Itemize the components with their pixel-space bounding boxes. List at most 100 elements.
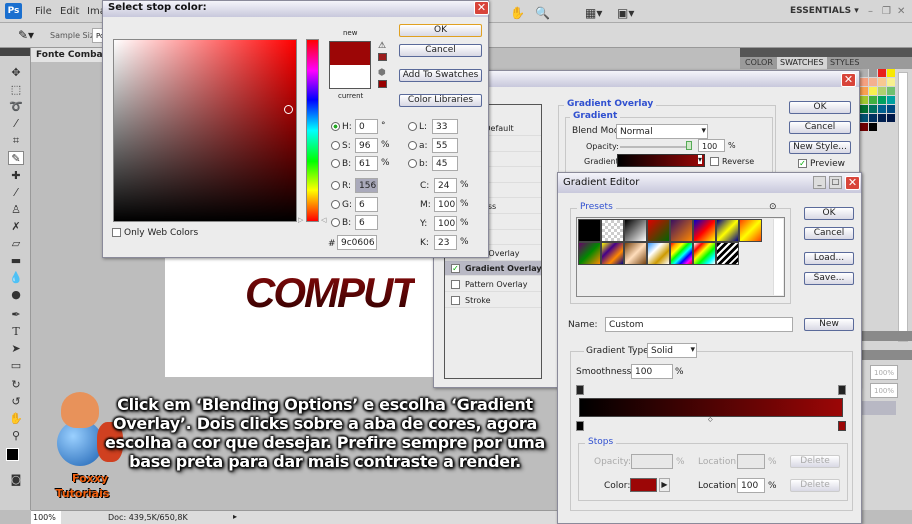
blend-mode-select[interactable]: Normal ▾ [616, 124, 708, 139]
screen-mode-icon[interactable]: ▣▾ [617, 6, 634, 20]
lasso-tool-icon[interactable]: ➰ [8, 100, 24, 114]
ok-button[interactable]: OK [789, 101, 851, 114]
gamut-color-swatch[interactable] [378, 53, 387, 61]
stop-color-menu-icon[interactable]: ▶ [659, 478, 670, 492]
dodge-tool-icon[interactable]: ● [8, 288, 24, 302]
blur-tool-icon[interactable]: 💧 [8, 271, 24, 285]
canvas[interactable]: COMPUT [165, 255, 445, 377]
minimize-button[interactable]: – [868, 6, 873, 17]
gradient-preset[interactable] [647, 242, 670, 265]
document-tab[interactable]: Fonte Combat A [31, 48, 106, 62]
gradient-preset[interactable] [739, 219, 762, 242]
swatch[interactable] [878, 105, 886, 113]
radio-b[interactable] [331, 159, 340, 168]
swatch[interactable] [869, 69, 877, 77]
midpoint-diamond[interactable]: ◇ [708, 416, 713, 423]
new-button[interactable]: New [804, 318, 854, 331]
type-tool-icon[interactable]: T [8, 325, 24, 339]
name-field[interactable]: Custom [605, 317, 793, 332]
minimize-button[interactable]: _ [813, 176, 826, 189]
delete-opacity-stop-button[interactable]: Delete [790, 455, 840, 468]
zoom-icon[interactable]: 🔍 [535, 6, 550, 20]
gradient-preset[interactable] [716, 242, 739, 265]
eyedropper-tool-icon[interactable]: ✎ [8, 151, 24, 165]
swatch[interactable] [860, 69, 868, 77]
restore-button[interactable]: ❐ [882, 6, 891, 17]
style-list-item[interactable]: ✓ Gradient Overlay [445, 261, 541, 277]
selected-layer-row[interactable] [860, 401, 896, 415]
gradient-type-select[interactable]: Solid ▾ [647, 343, 697, 358]
swatch[interactable] [887, 105, 895, 113]
gamut-warning-icon[interactable]: ⚠ [378, 41, 386, 51]
gradient-preset[interactable] [670, 242, 693, 265]
hand-tool-icon[interactable]: ✋ [8, 412, 24, 426]
gradient-preset[interactable] [624, 219, 647, 242]
gradient-preset[interactable] [578, 242, 601, 265]
field-c[interactable]: 24 [434, 178, 457, 193]
gradient-preset[interactable] [578, 219, 601, 242]
gradient-bar[interactable] [579, 398, 843, 417]
shape-tool-icon[interactable]: ▭ [8, 359, 24, 373]
field-b[interactable]: 61 [355, 156, 378, 171]
field-l[interactable]: 33 [432, 119, 458, 134]
layer-fill-field[interactable]: 100% [870, 383, 898, 398]
tab-styles[interactable]: STYLES [830, 58, 859, 67]
brush-tool-icon[interactable]: ⁄ [8, 186, 24, 200]
ok-button[interactable]: OK [399, 24, 482, 37]
pen-tool-icon[interactable]: ✒ [8, 308, 24, 322]
color-field[interactable] [113, 39, 297, 222]
cancel-button[interactable]: Cancel [804, 227, 854, 240]
hand-icon[interactable]: ✋ [510, 6, 525, 20]
marquee-tool-icon[interactable]: ⬚ [8, 83, 24, 97]
gradient-preset[interactable] [647, 219, 670, 242]
radio-bb[interactable] [331, 218, 340, 227]
gradient-preset[interactable] [670, 219, 693, 242]
current-color-swatch[interactable] [329, 65, 371, 89]
field-bb[interactable]: 6 [355, 215, 378, 230]
radio-s[interactable] [331, 141, 340, 150]
opacity-slider[interactable] [620, 146, 692, 148]
swatch[interactable] [869, 87, 877, 95]
field-b[interactable]: 45 [432, 156, 458, 171]
style-list-item[interactable]: Stroke [445, 293, 541, 308]
close-button[interactable]: ✕ [897, 6, 905, 17]
stop-color-swatch[interactable] [630, 478, 657, 492]
swatch[interactable] [887, 114, 895, 122]
healing-brush-tool-icon[interactable]: ✚ [8, 169, 24, 183]
field-h[interactable]: 0 [355, 119, 378, 134]
radio-r[interactable] [331, 181, 340, 190]
menu-file[interactable]: File [35, 6, 52, 17]
web-safe-cube-icon[interactable]: ⬢ [378, 68, 386, 78]
swatch[interactable] [878, 87, 886, 95]
color-libraries-button[interactable]: Color Libraries [399, 94, 482, 107]
foreground-color-swatch[interactable] [6, 448, 19, 461]
style-list-item[interactable]: Pattern Overlay [445, 277, 541, 292]
field-k[interactable]: 23 [434, 235, 457, 250]
radio-a[interactable] [408, 141, 417, 150]
swatch[interactable] [869, 78, 877, 86]
gradient-preset[interactable] [693, 219, 716, 242]
swatch[interactable] [860, 96, 868, 104]
tab-color[interactable]: COLOR [745, 58, 773, 67]
save-button[interactable]: Save... [804, 272, 854, 285]
status-menu-arrow-icon[interactable]: ▸ [233, 512, 237, 521]
field-g[interactable]: 6 [355, 197, 378, 212]
zoom-level-field[interactable]: 100% [31, 511, 61, 524]
presets-scrollbar[interactable] [773, 219, 783, 295]
menu-edit[interactable]: Edit [60, 6, 79, 17]
swatch[interactable] [887, 69, 895, 77]
field-m[interactable]: 100 [434, 197, 457, 212]
reverse-checkbox[interactable] [710, 157, 719, 166]
swatch[interactable] [878, 69, 886, 77]
radio-l[interactable] [408, 122, 417, 131]
swatch[interactable] [878, 78, 886, 86]
hue-slider[interactable] [306, 39, 319, 222]
doc-info[interactable]: Doc: 439,5K/650,8K [108, 513, 188, 522]
swatches-scrollbar[interactable] [898, 72, 908, 342]
swatch[interactable] [878, 114, 886, 122]
arrange-documents-icon[interactable]: ▦▾ [585, 6, 602, 20]
stop-location-field[interactable]: 100 [737, 478, 765, 493]
history-brush-tool-icon[interactable]: ✗ [8, 220, 24, 234]
color-stop-left[interactable] [576, 421, 584, 431]
gradient-preset[interactable] [716, 219, 739, 242]
